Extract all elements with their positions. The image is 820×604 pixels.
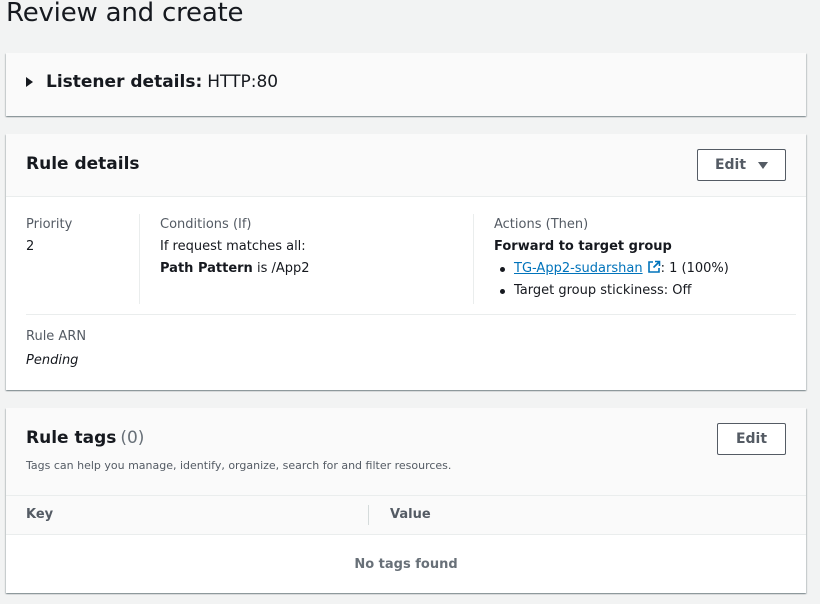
target-group-link[interactable]: TG-App2-sudarshan: [514, 260, 661, 276]
caret-right-icon: [26, 77, 33, 87]
rule-tags-section: Rule tags (0) Tags can help you manage, i…: [6, 408, 806, 593]
path-pattern-label: Path Pattern: [160, 261, 253, 276]
column-divider: [368, 505, 369, 525]
priority-label: Priority: [26, 217, 73, 232]
rule-tags-header: Rule tags (0) Tags can help you manage, i…: [6, 408, 806, 495]
rule-edit-label: Edit: [714, 157, 747, 173]
rule-arn-label: Rule ARN: [26, 329, 87, 344]
rule-tags-title: Rule tags (0): [26, 428, 144, 448]
rule-details-section: Rule details Edit Priority 2 Conditions …: [6, 134, 806, 390]
list-item: Target group stickiness: Off: [494, 280, 794, 302]
listener-details-section[interactable]: Listener details: HTTP:80: [6, 53, 806, 116]
tags-empty-state: No tags found: [354, 556, 458, 572]
target-group-weight: : 1 (100%): [660, 261, 729, 276]
rule-edit-dropdown-button[interactable]: Edit: [697, 149, 786, 181]
conditions-match-text: If request matches all:: [160, 239, 306, 254]
rule-tags-title-text: Rule tags: [26, 428, 117, 448]
listener-details-label: Listener details:: [46, 72, 203, 92]
page-title: Review and create: [6, 0, 244, 28]
list-item: TG-App2-sudarshan : 1 (100%): [494, 258, 794, 280]
conditions-column: Conditions (If) If request matches all: …: [160, 214, 474, 304]
caret-down-icon: [758, 161, 769, 169]
rule-arn: Rule ARN Pending: [26, 325, 86, 373]
actions-list: TG-App2-sudarshan : 1 (100%) Target group…: [494, 258, 794, 302]
target-group-name: TG-App2-sudarshan: [514, 261, 643, 276]
tags-edit-button[interactable]: Edit: [717, 423, 786, 455]
listener-details-toggle[interactable]: Listener details: HTTP:80: [26, 72, 278, 92]
divider: [26, 314, 796, 315]
priority-column: Priority 2: [26, 214, 140, 304]
condition-path-pattern: Path Pattern is /App2: [160, 258, 473, 280]
actions-label: Actions (Then): [494, 217, 589, 232]
rule-tags-description: Tags can help you manage, identify, orga…: [26, 459, 452, 472]
tags-table-header: Key Value: [6, 495, 806, 535]
conditions-label: Conditions (If): [160, 217, 252, 232]
priority-value: 2: [26, 239, 35, 254]
listener-details-value: HTTP:80: [207, 72, 279, 92]
rule-details-header: Rule details Edit: [6, 134, 806, 197]
column-header-value: Value: [390, 507, 431, 522]
actions-column: Actions (Then) Forward to target group T…: [494, 214, 794, 302]
forward-label: Forward to target group: [494, 239, 672, 254]
column-header-key: Key: [26, 507, 54, 522]
stickiness-text: Target group stickiness: Off: [514, 283, 692, 298]
path-pattern-operator: is: [256, 261, 268, 276]
path-pattern-value: /App2: [271, 261, 310, 276]
rule-tags-count: (0): [120, 428, 145, 448]
rule-arn-value: Pending: [26, 353, 79, 368]
external-link-icon: [647, 260, 660, 273]
rule-details-title: Rule details: [26, 154, 140, 174]
